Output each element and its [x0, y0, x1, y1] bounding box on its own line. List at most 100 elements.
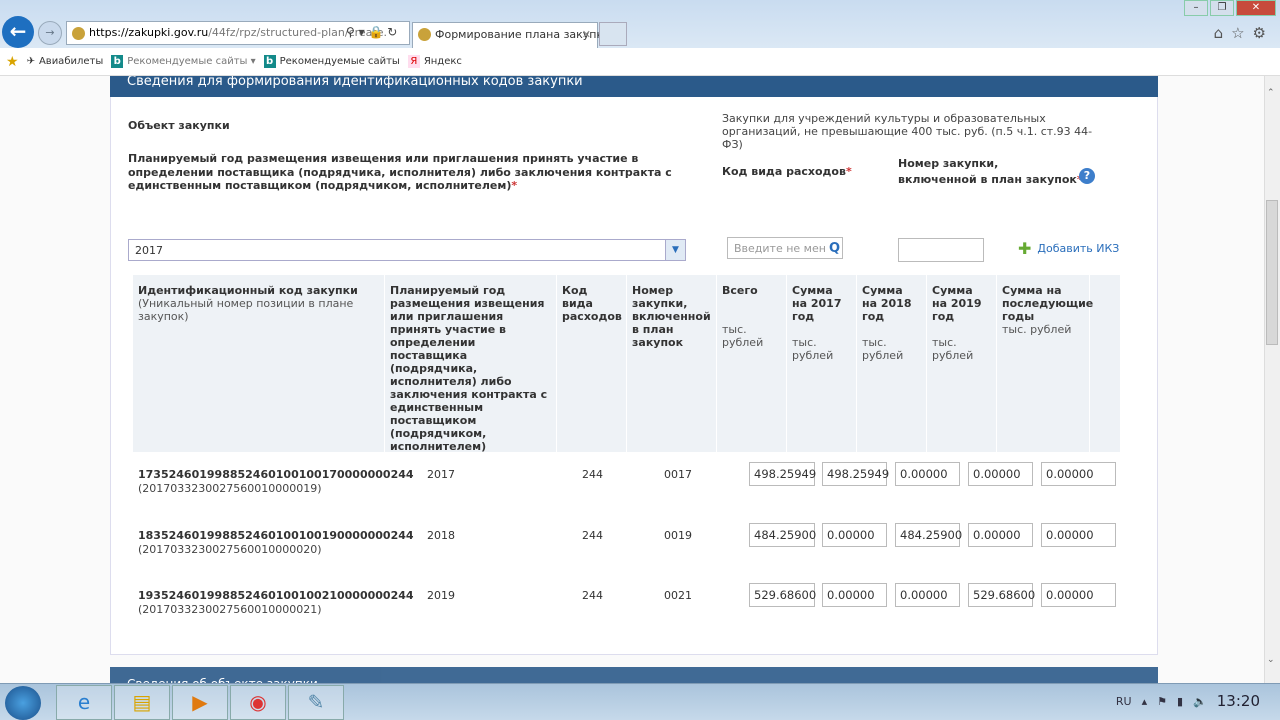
amount-y2017-input[interactable]: 0.00000 [822, 583, 887, 607]
year-select[interactable]: 2017 ▼ [128, 239, 686, 261]
amount-later-input[interactable]: 0.00000 [1041, 583, 1116, 607]
vertical-scrollbar[interactable] [1264, 76, 1280, 683]
kod-search-input[interactable]: Введите не мен Q [727, 237, 843, 259]
col-sub: тыс. рублей [1002, 323, 1072, 336]
browser-tools: ⌂☆⚙ [1214, 24, 1274, 42]
fav-label: Рекомендуемые сайты [279, 56, 400, 67]
unique-position-number: (2017033230027560010000021) [138, 603, 322, 616]
object-label: Объект закупки [128, 119, 230, 132]
col-total: Всего тыс. рублей [717, 275, 787, 452]
fav-recommended-dropdown[interactable]: b Рекомендуемые сайты ▾ [111, 55, 256, 68]
favorites-bar: ★ ✈ Авиабилеты b Рекомендуемые сайты ▾ b Ре… [0, 48, 1280, 76]
home-icon[interactable]: ⌂ [1214, 24, 1232, 42]
amount-y2018-input[interactable]: 0.00000 [895, 462, 960, 486]
close-tab-icon[interactable]: ✕ [582, 23, 591, 47]
search-icon[interactable]: Q [829, 238, 840, 260]
help-icon[interactable]: ? [1079, 168, 1095, 184]
network-icon[interactable]: ▮ [1177, 695, 1183, 708]
chrome-taskbar-icon[interactable]: ◉ [230, 685, 286, 720]
scroll-down-icon[interactable]: ⌄ [1267, 655, 1275, 665]
required-mark: * [845, 165, 852, 178]
language-indicator[interactable]: RU [1116, 695, 1132, 708]
bing-icon: b [263, 55, 276, 68]
new-tab-button[interactable] [599, 22, 627, 46]
row-num: 0019 [664, 529, 692, 542]
clock[interactable]: 13:20 [1217, 692, 1260, 710]
col-sub: (Уникальный номер позиции в плане закупо… [138, 297, 354, 323]
gear-icon[interactable]: ⚙ [1253, 24, 1274, 42]
amount-y2019-input[interactable]: 529.68600 [968, 583, 1035, 607]
col-2018: Сумма на 2018 год тыс. рублей [857, 275, 927, 452]
amount-later-input[interactable]: 0.00000 [1041, 462, 1116, 486]
table-row: 173524601998852460100100170000000244 (20… [133, 462, 1120, 508]
section-header: Сведения для формирования идентификацион… [110, 76, 1158, 97]
minimize-button[interactable]: – [1184, 0, 1208, 16]
add-ikz-button[interactable]: ✚ Добавить ИКЗ [1018, 238, 1119, 258]
scrollbar-thumb[interactable] [1266, 200, 1278, 345]
row-kod: 244 [582, 529, 603, 542]
col-title: Идентификационный код закупки [138, 284, 358, 297]
window-controls: – ❐ ✕ [1184, 0, 1276, 16]
favorites-star-icon[interactable]: ☆ [1231, 24, 1252, 42]
show-hidden-icons[interactable]: ▴ [1142, 695, 1148, 708]
back-button[interactable]: ← [2, 16, 34, 48]
col-sub: тыс. рублей [792, 336, 834, 362]
col-title: Сумма на 2018 год [862, 284, 912, 323]
paint-taskbar-icon[interactable]: ✎ [288, 685, 344, 720]
maximize-button[interactable]: ❐ [1210, 0, 1234, 16]
col-title: Номер закупки, включенной в план закупок [632, 284, 711, 349]
close-window-button[interactable]: ✕ [1236, 0, 1276, 16]
volume-icon[interactable]: 🔈 [1193, 695, 1207, 708]
browser-tab[interactable]: Формирование плана закупки ✕ [412, 22, 610, 48]
col-2017: Сумма на 2017 год тыс. рублей [787, 275, 857, 452]
amount-y2018-input[interactable]: 484.25900 [895, 523, 962, 547]
amount-y2017-input[interactable]: 498.25949 [822, 462, 889, 486]
year-label: Планируемый год размещения извещения или… [128, 152, 698, 193]
row-kod: 244 [582, 468, 603, 481]
year-select-value: 2017 [135, 244, 163, 257]
num-label-line1: Номер закупки, [898, 157, 999, 170]
col-title: Код вида расходов [562, 284, 622, 323]
amount-later-input[interactable]: 0.00000 [1041, 523, 1116, 547]
amount-y2019-input[interactable]: 0.00000 [968, 462, 1033, 486]
col-sub: тыс. рублей [862, 336, 904, 362]
system-tray: RU ▴ ⚑ ▮ 🔈 13:20 [1116, 692, 1260, 710]
page-content: Сведения для формирования идентификацион… [0, 76, 1264, 683]
fav-recommended[interactable]: b Рекомендуемые сайты [263, 55, 400, 68]
num-label-line2: включенной в план закупок [898, 173, 1077, 186]
scroll-up-icon[interactable]: ⌃ [1267, 88, 1275, 98]
col-title: Сумма на 2017 год [792, 284, 842, 323]
explorer-taskbar-icon[interactable]: ▤ [114, 685, 170, 720]
fav-yandex[interactable]: Я Яндекс [407, 55, 462, 68]
fav-aviabilety[interactable]: ✈ Авиабилеты [27, 56, 104, 67]
start-button[interactable] [5, 686, 41, 720]
kod-placeholder: Введите не мен [734, 242, 826, 255]
col-num: Номер закупки, включенной в план закупок [627, 275, 717, 452]
search-lock-refresh-icons[interactable]: ⚲ ▾ 🔒 ↻ [346, 25, 397, 39]
ie-taskbar-icon[interactable]: e [56, 685, 112, 720]
plus-icon: ✚ [1018, 238, 1032, 258]
amount-y2018-input[interactable]: 0.00000 [895, 583, 960, 607]
forward-button[interactable]: → [38, 21, 62, 45]
tab-crest-icon [418, 28, 431, 41]
amount-total-input[interactable]: 498.25949 [749, 462, 816, 486]
chevron-down-icon[interactable]: ▼ [665, 240, 685, 260]
site-crest-icon [72, 27, 85, 40]
media-player-taskbar-icon[interactable]: ▶ [172, 685, 228, 720]
fav-label: Яндекс [423, 56, 462, 67]
amount-y2017-input[interactable]: 0.00000 [822, 523, 887, 547]
amount-y2019-input[interactable]: 0.00000 [968, 523, 1033, 547]
flag-icon[interactable]: ⚑ [1157, 695, 1167, 708]
amount-total-input[interactable]: 484.25900 [749, 523, 816, 547]
purchase-number-input[interactable] [898, 238, 984, 262]
ikz-code: 183524601998852460100100190000000244 [138, 529, 414, 542]
amount-total-input[interactable]: 529.68600 [749, 583, 816, 607]
col-title: Сумма на 2019 год [932, 284, 982, 323]
row-year: 2017 [427, 468, 455, 481]
col-sub: тыс. рублей [932, 336, 974, 362]
col-title: Сумма на последующие годы [1002, 284, 1094, 323]
add-favorite-star-icon[interactable]: ★ [6, 54, 19, 70]
row-num: 0021 [664, 589, 692, 602]
fav-label: Авиабилеты [38, 56, 104, 67]
url-host: https://zakupki.gov.ru [89, 26, 209, 39]
